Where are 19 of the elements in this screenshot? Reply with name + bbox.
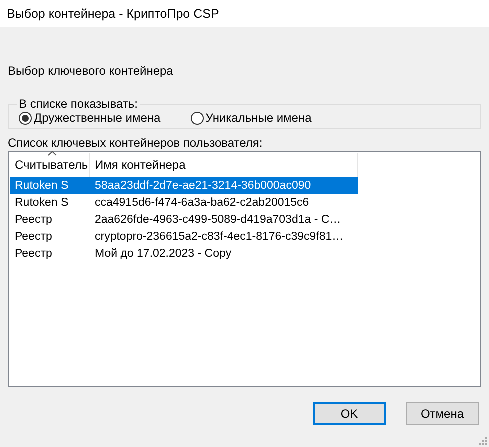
list-cell[interactable]: cryptopro-236615a2-c83f-4ec1-8176-c39c9f81… xyxy=(90,228,358,245)
list-label: Список ключевых контейнеров пользователя: xyxy=(8,136,264,150)
section-heading: Выбор ключевого контейнера xyxy=(8,64,174,78)
group-legend: В списке показывать: xyxy=(17,97,140,111)
list-cell[interactable]: Реестр xyxy=(10,211,90,228)
list-cell[interactable]: 2aa626fde-4963-c499-5089-d419a703d1a - C… xyxy=(90,211,358,228)
list-cell[interactable]: Rutoken S xyxy=(10,177,90,194)
list-cell[interactable]: cca4915d6-f474-6a3a-ba62-c2ab20015c6 xyxy=(90,194,358,211)
list-cell[interactable]: Реестр xyxy=(10,245,90,262)
radio-option[interactable]: Дружественные имена xyxy=(19,111,161,125)
list-cell[interactable]: Реестр xyxy=(10,228,90,245)
dialog-button[interactable]: OK xyxy=(313,402,386,425)
radio-option[interactable]: Уникальные имена xyxy=(190,111,312,125)
list-cell[interactable]: Rutoken S xyxy=(10,194,90,211)
dialog-button[interactable]: Отмена xyxy=(406,402,479,425)
container-list[interactable] xyxy=(8,151,481,387)
list-cell[interactable]: 58aa23ddf-2d7e-ae21-3214-36b000ac090 xyxy=(90,177,358,194)
resize-grip-icon[interactable] xyxy=(479,437,487,445)
list-cell[interactable]: Мой до 17.02.2023 - Copy xyxy=(90,245,358,262)
